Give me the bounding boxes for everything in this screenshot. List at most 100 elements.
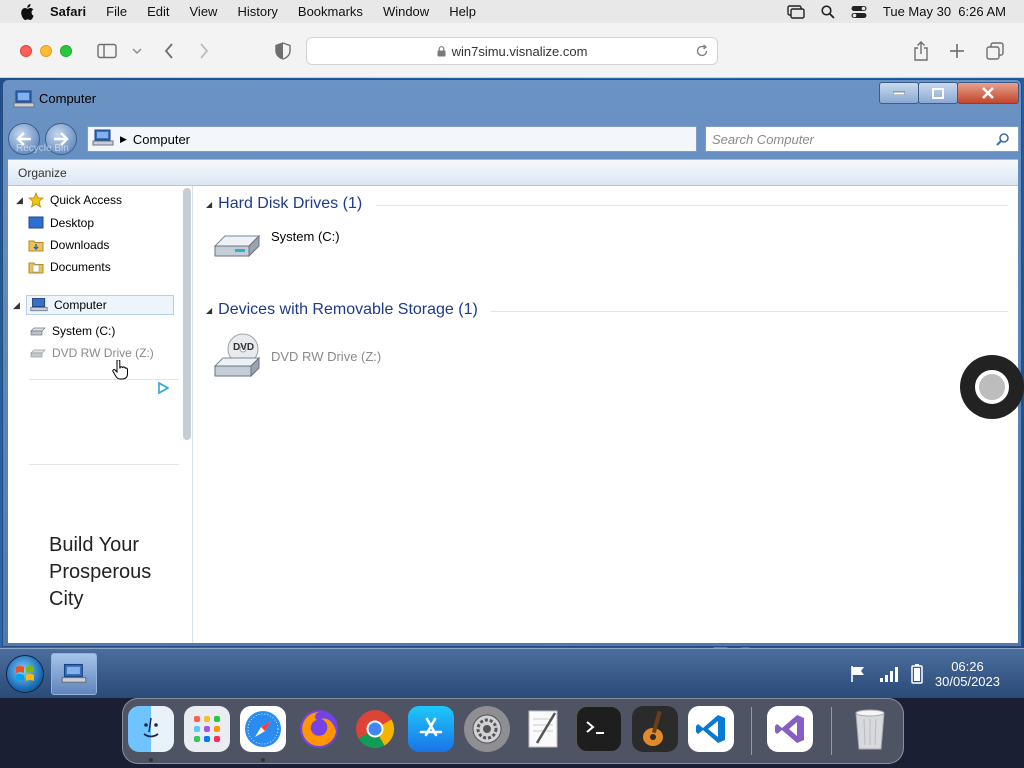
ad-choices-icon[interactable] [157, 382, 169, 394]
dvd-drive-icon [213, 333, 261, 378]
dvd-drive-icon [30, 347, 46, 359]
drive-dvd[interactable]: DVD DVD RW Drive (Z:) [213, 332, 381, 380]
breadcrumb-separator-icon[interactable]: ▶ [120, 134, 127, 145]
dock-system-preferences-icon[interactable] [464, 706, 510, 752]
start-button[interactable] [6, 655, 44, 693]
computer-icon [92, 129, 114, 150]
navigation-row: Recycle Bin ▶ Computer Search Computer [3, 120, 1023, 155]
hand-cursor-icon [112, 360, 128, 380]
dock-trash-icon[interactable] [847, 706, 893, 752]
clock-date: 30/05/2023 [934, 674, 1000, 689]
minimize-button[interactable] [879, 82, 919, 104]
dock-app-store-icon[interactable] [408, 706, 454, 752]
address-bar[interactable]: win7simu.visnalize.com [306, 37, 718, 65]
breadcrumb[interactable]: ▶ Computer [87, 126, 697, 152]
drive-system-c[interactable]: System (C:) [213, 226, 340, 260]
dock-visual-studio-icon[interactable] [767, 706, 813, 752]
explorer-content: ◢ Quick Access Desktop Downloads Documen… [8, 186, 1018, 643]
nav-label: Documents [50, 260, 111, 274]
breadcrumb-computer[interactable]: Computer [133, 132, 190, 147]
dock-finder-icon[interactable] [128, 706, 174, 752]
dock-separator [751, 707, 752, 755]
lock-icon [437, 45, 446, 56]
dock-firefox-icon[interactable] [296, 706, 342, 752]
group-hard-disk-drives[interactable]: ◢ Hard Disk Drives (1) [206, 194, 362, 214]
taskbar-explorer-button[interactable] [51, 653, 97, 695]
nav-label: System (C:) [52, 324, 116, 338]
nav-item-documents[interactable]: Documents [28, 257, 111, 277]
nav-label: Quick Access [50, 193, 123, 207]
menu-edit[interactable]: Edit [137, 4, 179, 19]
desktop-icon [28, 216, 44, 230]
dock-textedit-icon[interactable] [520, 706, 566, 752]
collapse-triangle-icon[interactable]: ◢ [206, 306, 212, 315]
menu-file[interactable]: File [96, 4, 137, 19]
downloads-folder-icon [28, 238, 44, 252]
dock-safari-icon[interactable] [240, 706, 286, 752]
zoom-window-button[interactable] [60, 45, 72, 57]
expand-triangle-icon[interactable]: ◢ [13, 300, 25, 311]
clock-time: 06:26 [951, 659, 984, 674]
menu-help[interactable]: Help [439, 4, 486, 19]
dvd-badge: DVD [233, 342, 255, 353]
control-center-icon[interactable] [851, 5, 867, 19]
back-icon[interactable] [158, 40, 180, 62]
action-center-flag-icon[interactable] [849, 665, 867, 683]
nav-label: Desktop [50, 216, 95, 230]
group-title: Hard Disk Drives (1) [218, 195, 363, 212]
menu-bookmarks[interactable]: Bookmarks [288, 4, 373, 19]
macos-dock [122, 698, 904, 764]
share-icon[interactable] [910, 40, 932, 62]
taskbar-clock[interactable]: 06:26 30/05/2023 [935, 659, 1000, 689]
ad-headline[interactable]: Build Your Prosperous City [49, 532, 174, 613]
sidebar-toggle-icon[interactable] [96, 40, 118, 62]
nav-item-desktop[interactable]: Desktop [28, 213, 94, 233]
nav-item-downloads[interactable]: Downloads [28, 235, 109, 255]
menubar-clock[interactable]: Tue May 30 6:26 AM [883, 4, 1006, 19]
dock-terminal-icon[interactable] [576, 706, 622, 752]
hard-drive-icon [30, 325, 46, 337]
star-icon [28, 192, 44, 208]
dock-chrome-icon[interactable] [352, 706, 398, 752]
menu-window[interactable]: Window [373, 4, 439, 19]
organize-menu[interactable]: Organize [18, 166, 67, 180]
nav-label: Computer [54, 298, 107, 312]
nav-item-computer[interactable]: ◢ Computer [13, 295, 174, 315]
apple-icon[interactable] [20, 3, 34, 20]
screen-mirroring-icon[interactable] [787, 4, 805, 19]
maximize-button[interactable] [918, 82, 958, 104]
dock-vscode-icon[interactable] [688, 706, 734, 752]
dock-launchpad-icon[interactable] [184, 706, 230, 752]
reload-icon[interactable] [695, 44, 709, 58]
minimize-window-button[interactable] [40, 45, 52, 57]
nav-item-dvd-drive[interactable]: DVD RW Drive (Z:) [30, 343, 154, 363]
menu-history[interactable]: History [227, 4, 287, 19]
dock-garageband-icon[interactable] [632, 706, 678, 752]
group-removable-storage[interactable]: ◢ Devices with Removable Storage (1) [206, 300, 478, 320]
spotlight-search-icon[interactable] [821, 4, 835, 19]
forward-icon[interactable] [193, 40, 215, 62]
advertisement[interactable]: Build Your Prosperous City [29, 379, 179, 643]
close-window-button[interactable] [20, 45, 32, 57]
collapse-triangle-icon[interactable]: ◢ [206, 200, 212, 209]
assistive-touch-button[interactable] [960, 355, 1024, 419]
nav-item-system-c[interactable]: System (C:) [30, 321, 115, 341]
search-icon[interactable] [996, 132, 1010, 146]
nav-item-quick-access[interactable]: ◢ Quick Access [16, 190, 122, 210]
dock-background [0, 698, 1024, 768]
battery-icon[interactable] [911, 664, 923, 684]
menu-view[interactable]: View [180, 4, 228, 19]
network-signal-icon[interactable] [879, 666, 899, 682]
chevron-down-icon[interactable] [126, 40, 148, 62]
search-input[interactable]: Search Computer [705, 126, 1019, 152]
expand-triangle-icon[interactable]: ◢ [16, 195, 28, 206]
new-tab-icon[interactable] [946, 40, 968, 62]
close-button[interactable] [957, 82, 1019, 104]
tab-overview-icon[interactable] [984, 40, 1006, 62]
group-divider [490, 311, 1008, 312]
win7-taskbar: 06:26 30/05/2023 [0, 648, 1024, 698]
nav-scrollbar[interactable] [183, 188, 191, 440]
menu-app-name[interactable]: Safari [40, 4, 96, 19]
safari-toolbar: win7simu.visnalize.com [0, 23, 1024, 78]
privacy-shield-icon[interactable] [272, 40, 294, 62]
